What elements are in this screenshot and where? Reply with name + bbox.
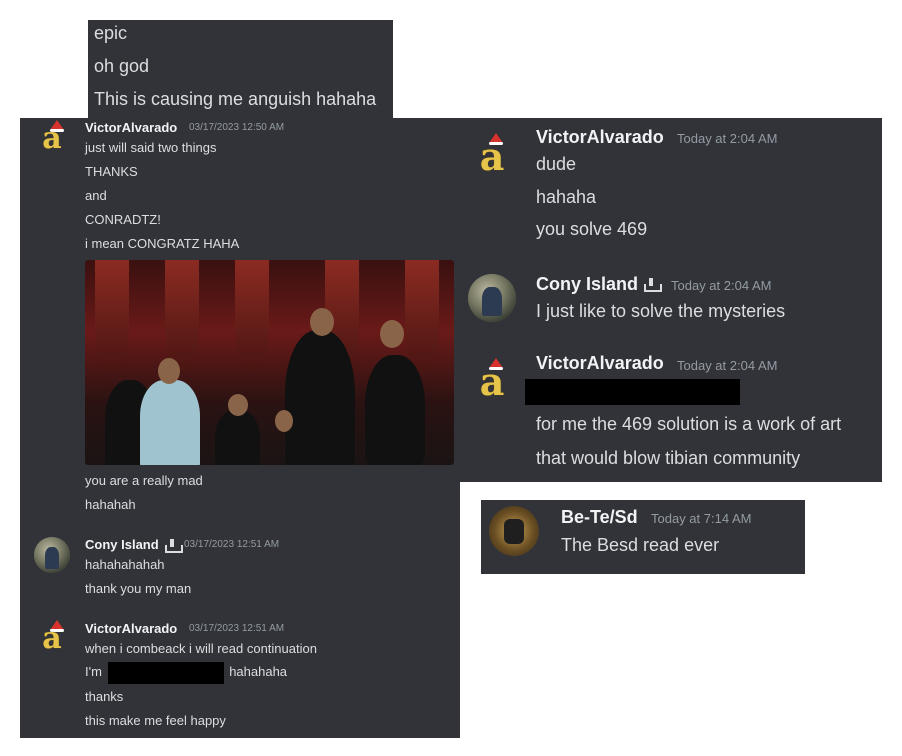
gif-background-arch <box>95 260 129 370</box>
message-timestamp: 03/17/2023 12:50 AM <box>189 122 285 133</box>
redacted-message-line: I'm hahahaha <box>85 661 288 684</box>
message-line: I just like to solve the mysteries <box>536 301 786 321</box>
message-timestamp: Today at 2:04 AM <box>671 278 772 293</box>
avatar[interactable] <box>468 274 516 322</box>
golden-a-icon: a <box>479 134 505 179</box>
gif-background-arch <box>165 260 199 370</box>
author-name[interactable]: VictorAlvarado <box>85 120 177 135</box>
avatar[interactable]: a <box>472 358 512 404</box>
avatar[interactable] <box>489 506 539 556</box>
message-line: and <box>85 188 107 203</box>
message-line: dude <box>536 154 577 174</box>
message-line: hahahahahah <box>85 557 165 572</box>
message-line: epic <box>94 23 128 43</box>
message-text: hahahaha <box>229 664 288 679</box>
message-timestamp: 03/17/2023 12:51 AM <box>184 539 280 550</box>
message-timestamp: Today at 7:14 AM <box>651 511 752 526</box>
golden-a-icon: a <box>42 621 62 656</box>
redaction-block <box>525 379 740 405</box>
message-line: for me the 469 solution is a work of art <box>536 414 842 434</box>
author-name[interactable]: VictorAlvarado <box>536 353 664 374</box>
gif-figure <box>285 330 355 465</box>
message-line: when i combeack i will read continuation <box>85 641 317 656</box>
author-name[interactable]: VictorAlvarado <box>85 621 177 636</box>
author-name[interactable]: Cony Island <box>85 537 183 553</box>
avatar-photo-figure <box>44 547 60 569</box>
message-line: THANKS <box>85 164 138 179</box>
bot-tray-icon <box>642 278 663 293</box>
avatar[interactable]: a <box>472 133 512 179</box>
top-message-panel: epic oh god This is causing me anguish h… <box>88 20 393 118</box>
message-line: this make me feel happy <box>85 713 226 728</box>
message-timestamp: 03/17/2023 12:51 AM <box>189 623 285 634</box>
gif-figure-face <box>380 320 404 348</box>
gif-figure-face <box>310 308 334 336</box>
redaction-block <box>107 661 224 684</box>
message-line: thanks <box>85 689 124 704</box>
coin-avatar-icon <box>504 518 524 544</box>
gif-figure <box>365 355 425 465</box>
gif-background-arch <box>235 260 269 370</box>
author-name-text: Cony Island <box>85 537 159 552</box>
author-name-text: Cony Island <box>536 274 639 294</box>
message-line: you are a really mad <box>85 473 203 488</box>
avatar[interactable]: a <box>36 120 68 154</box>
message-line: This is causing me anguish hahaha <box>94 89 377 109</box>
avatar-photo-figure <box>482 287 502 317</box>
message-line: that would blow tibian community <box>536 448 801 468</box>
message-line: hahahah <box>85 497 136 512</box>
gif-figure-face <box>275 410 293 432</box>
golden-a-icon: a <box>42 121 62 156</box>
author-name[interactable]: VictorAlvarado <box>536 127 664 148</box>
avatar[interactable]: a <box>36 620 68 654</box>
gif-figure-face <box>158 358 180 384</box>
applause-gif[interactable] <box>85 260 454 465</box>
bot-tray-icon <box>163 538 183 553</box>
message-line: CONRADTZ! <box>85 212 161 227</box>
gif-background-arch <box>405 260 439 370</box>
gif-figure-face <box>228 394 248 416</box>
message-line: you solve 469 <box>536 219 648 239</box>
message-line: just will said two things <box>85 140 217 155</box>
message-timestamp: Today at 2:04 AM <box>677 131 778 146</box>
message-text: I'm <box>85 664 102 679</box>
message-timestamp: Today at 2:04 AM <box>677 358 778 373</box>
golden-a-icon: a <box>479 359 505 404</box>
message-line: i mean CONGRATZ HAHA <box>85 236 240 251</box>
gif-figure <box>215 410 260 465</box>
author-name[interactable]: Be-Te/Sd <box>561 507 638 528</box>
message-line: The Besd read ever <box>561 535 720 555</box>
message-line: thank you my man <box>85 581 192 596</box>
message-line: hahaha <box>536 187 597 207</box>
avatar[interactable] <box>34 537 70 573</box>
message-line: oh god <box>94 56 150 76</box>
author-name[interactable]: Cony Island <box>536 274 663 295</box>
gif-figure-dress <box>140 380 200 465</box>
